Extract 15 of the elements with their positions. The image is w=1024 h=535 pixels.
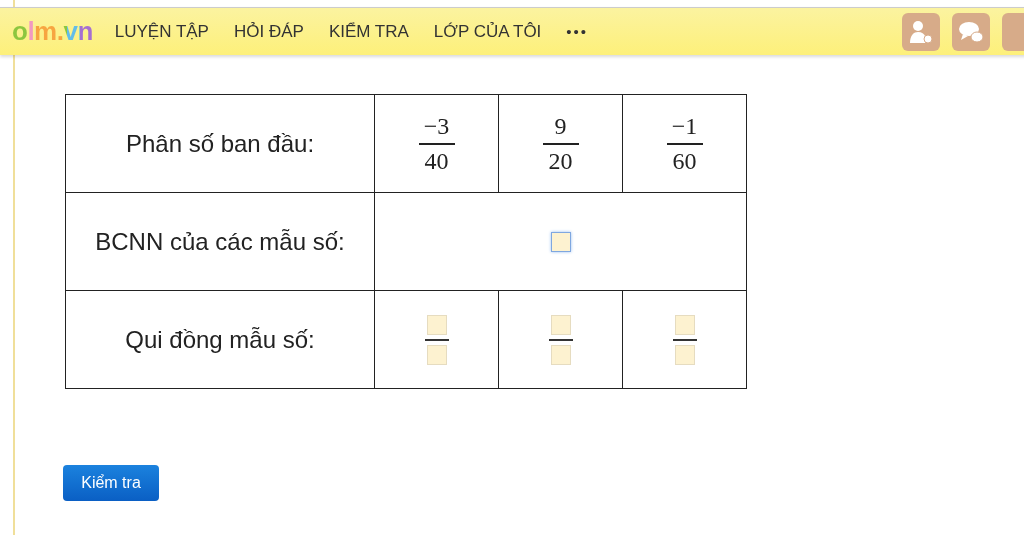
nav-link[interactable]: LỚP CỦA TÔI [433,21,542,42]
fraction: −3 40 [418,112,455,175]
row-label: BCNN của các mẫu số: [65,192,375,291]
nav-link[interactable]: KIỂM TRA [328,21,409,42]
row-label: Qui đồng mẫu số: [65,290,375,389]
fraction: 9 20 [542,112,579,175]
add-friend-button[interactable] [902,12,940,51]
nav-link[interactable]: HỎI ĐÁP [233,21,304,42]
answer-field[interactable] [550,231,571,252]
nav-link[interactable]: LUYỆN TẬP [114,21,209,42]
fraction: −1 60 [666,112,703,175]
more-menu[interactable]: ••• [566,23,589,40]
check-button[interactable]: Kiểm tra [63,465,159,501]
messages-button[interactable] [952,12,990,51]
row-label: Phân số ban đầu: [65,94,375,193]
